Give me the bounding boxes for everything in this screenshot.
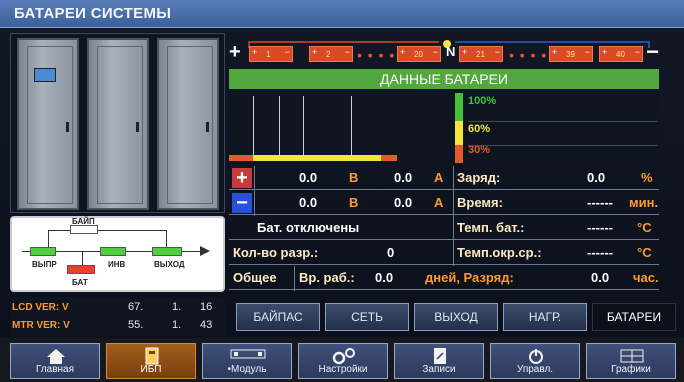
battery-cell-20: +20−: [397, 46, 441, 62]
window-title: БАТАРЕИ СИСТЕМЫ: [14, 5, 172, 22]
level-segment-end: [381, 155, 397, 161]
neg-current: 0.0: [394, 195, 413, 210]
string-dots-left: • • • •: [357, 47, 396, 63]
level-scale-high: [455, 93, 463, 121]
level-60: 60%: [468, 123, 491, 135]
level-scale-mid: [455, 121, 463, 145]
title-bar: БАТАРЕИ СИСТЕМЫ: [0, 0, 684, 28]
battery-block: [67, 265, 95, 274]
positive-string-icon: +: [232, 168, 252, 188]
neg-voltage: 0.0: [299, 195, 318, 210]
cabinet-1: [17, 38, 79, 210]
tab-mains[interactable]: СЕТЬ: [325, 303, 409, 331]
tab-bypass[interactable]: БАЙПАС: [236, 303, 320, 331]
charts-icon: [620, 349, 644, 363]
level-segment-low: [229, 155, 253, 161]
battery-cell-2: +2−: [309, 46, 353, 62]
ambient-temp: ------: [587, 245, 613, 260]
version-info: LCD VER: V 67. 1. 16 MTR VER: V 55. 1. 4…: [10, 298, 225, 336]
level-100: 100%: [468, 95, 497, 107]
nav-home[interactable]: Главная: [10, 343, 100, 379]
inverter-block: [100, 247, 126, 256]
cabinet-2: [87, 38, 149, 210]
ups-screen: БАТАРЕИ СИСТЕМЫ + +1− +2− • • • • +20− N…: [0, 0, 684, 382]
cabinet-panel: [10, 33, 225, 213]
nav-module[interactable]: •Модуль: [202, 343, 292, 379]
battery-temp: ------: [587, 220, 613, 235]
negative-string-icon: −: [232, 193, 252, 213]
home-icon: [47, 349, 65, 364]
string-dots-right: • • • •: [509, 47, 548, 63]
level-segment-mid-2: [347, 155, 381, 161]
level-segment-mid: [253, 155, 347, 161]
battery-readings: + 0.0 В 0.0 А Заряд: 0.0 % − 0.0 В 0.0 А…: [229, 166, 659, 292]
battery-status: Бат. отключены: [257, 220, 360, 235]
runtime-value: 0.0: [375, 270, 394, 285]
nav-control[interactable]: Управл.: [490, 343, 580, 379]
power-flow-diagram: БАЙП ВЫПР ИНВ ВЫХОД БАТ: [10, 216, 225, 292]
nav-records[interactable]: Записи: [394, 343, 484, 379]
bypass-block: [70, 225, 98, 234]
discharge-count: 0: [387, 245, 395, 260]
tab-load[interactable]: НАГР.: [503, 303, 587, 331]
rectifier-block: [30, 247, 56, 256]
records-icon: [434, 348, 446, 364]
ups-icon: [145, 347, 159, 365]
bottom-nav: Главная ИБП •Модуль Настройки Записи Упр…: [0, 338, 684, 382]
cabinet-display-icon: [34, 68, 56, 82]
discharge-time: 0.0: [591, 270, 610, 285]
nav-settings[interactable]: Настройки: [298, 343, 388, 379]
level-scale-low: [455, 145, 463, 163]
cabinet-3: [157, 38, 219, 210]
output-block: [152, 247, 182, 256]
minus-terminal-icon: −: [646, 39, 659, 64]
neutral-label: N: [446, 44, 456, 59]
flow-arrow-icon: [200, 246, 210, 256]
battery-cell-21: +21−: [459, 46, 503, 62]
time-value: ------: [587, 195, 613, 210]
tab-output[interactable]: ВЫХОД: [414, 303, 498, 331]
tab-batteries[interactable]: БАТАРЕИ: [592, 303, 676, 331]
battery-cell-39: +39−: [549, 46, 593, 62]
module-icon: [230, 349, 266, 359]
power-icon: [529, 349, 543, 364]
battery-cell-40: +40−: [599, 46, 643, 62]
nav-charts[interactable]: Графики: [586, 343, 676, 379]
battery-cell-1: +1−: [249, 46, 293, 62]
battery-level-graph: 100% 60% 30%: [229, 91, 659, 164]
charge-value: 0.0: [587, 170, 606, 185]
gears-icon: [332, 348, 355, 365]
battery-data-header: ДАННЫЕ БАТАРЕИ: [229, 69, 659, 89]
pos-voltage: 0.0: [299, 170, 318, 185]
nav-ups[interactable]: ИБП: [106, 343, 196, 379]
pos-current: 0.0: [394, 170, 413, 185]
battery-string: + +1− +2− • • • • +20− N +21− • • • • +3…: [229, 38, 659, 66]
